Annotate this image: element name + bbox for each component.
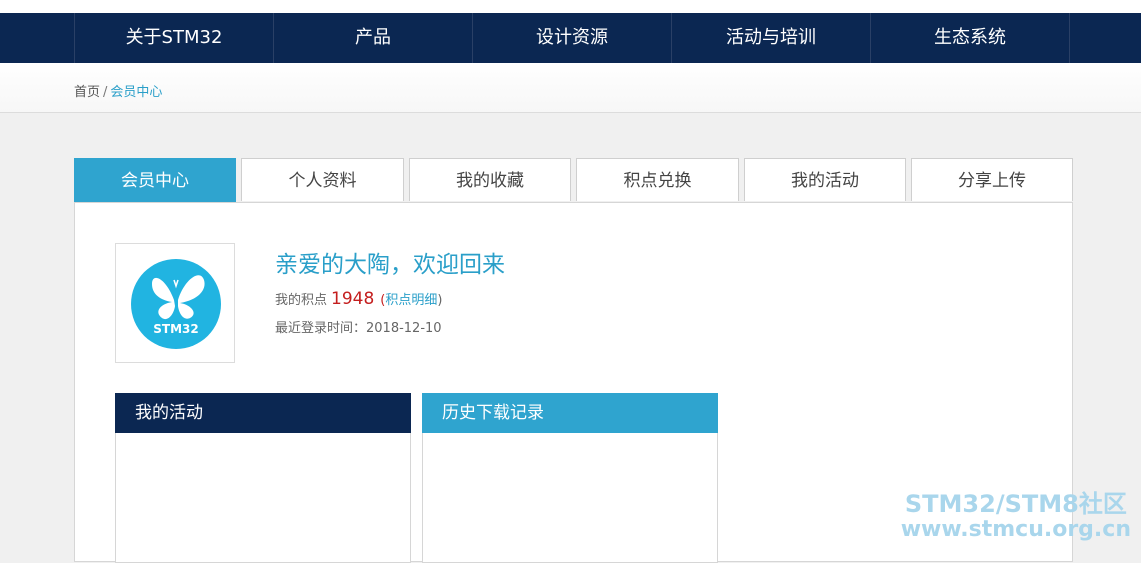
my-activities-box: 我的活动: [115, 393, 411, 563]
download-history-box: 历史下载记录: [422, 393, 718, 563]
breadcrumb-home-link[interactable]: 首页: [74, 85, 100, 100]
nav-item-about-stm32[interactable]: 关于STM32: [75, 13, 274, 63]
top-strip: [0, 0, 1141, 13]
breadcrumb: 首页 / 会员中心: [74, 81, 162, 100]
last-login-line: 最近登录时间：2018-12-10: [275, 317, 442, 336]
points-value: 1948: [331, 289, 375, 309]
main-nav-items: 关于STM32 产品 设计资源 活动与培训 生态系统: [74, 13, 1070, 63]
nav-item-design-resources[interactable]: 设计资源: [473, 13, 672, 63]
last-login-label: 最近登录时间：: [275, 321, 367, 336]
breadcrumb-separator: /: [103, 85, 108, 100]
tab-profile[interactable]: 个人资料: [241, 158, 404, 201]
welcome-message: 亲爱的大陶，欢迎回来: [275, 252, 505, 278]
avatar[interactable]: STM32: [115, 243, 235, 363]
watermark-line2: www.stmcu.org.cn: [900, 517, 1131, 542]
tab-share-upload[interactable]: 分享上传: [911, 158, 1073, 201]
breadcrumb-bar: 首页 / 会员中心: [0, 63, 1141, 113]
main-nav: 关于STM32 产品 设计资源 活动与培训 生态系统: [0, 13, 1141, 63]
points-details-link[interactable]: 积点明细: [385, 293, 437, 308]
points-link-close-paren: ): [437, 293, 443, 308]
watermark-line1: STM32/STM8社区: [904, 490, 1127, 518]
stm32-butterfly-logo-icon: STM32: [131, 259, 221, 349]
breadcrumb-current[interactable]: 会员中心: [110, 85, 162, 100]
download-history-header: 历史下载记录: [422, 393, 718, 433]
points-line: 我的积点 1948 (积点明细): [275, 289, 442, 309]
nav-item-products[interactable]: 产品: [274, 13, 473, 63]
last-login-value: 2018-12-10: [366, 321, 442, 336]
tab-member-center[interactable]: 会员中心: [74, 158, 236, 202]
tab-my-activities[interactable]: 我的活动: [744, 158, 906, 201]
tab-favorites[interactable]: 我的收藏: [409, 158, 571, 201]
points-label: 我的积点: [275, 293, 328, 308]
tab-points-exchange[interactable]: 积点兑换: [576, 158, 739, 201]
avatar-logo-text: STM32: [153, 322, 198, 336]
nav-item-events-training[interactable]: 活动与培训: [672, 13, 871, 63]
site-watermark: STM32/STM8社区 www.stmcu.org.cn: [900, 490, 1131, 543]
my-activities-header: 我的活动: [115, 393, 411, 433]
nav-item-ecosystem[interactable]: 生态系统: [871, 13, 1070, 63]
